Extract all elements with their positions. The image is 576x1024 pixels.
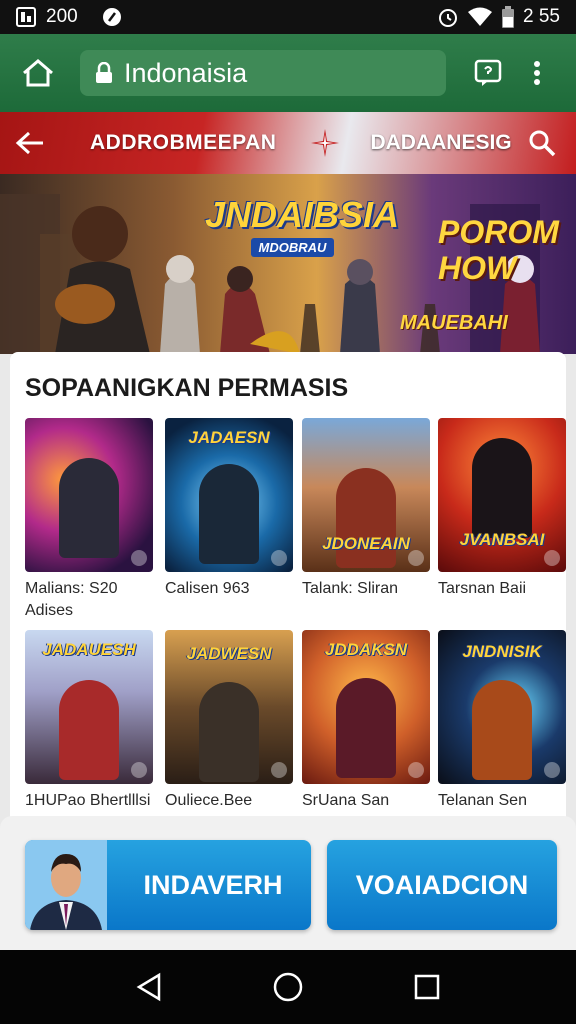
game-title: Calisen 963 (165, 580, 250, 597)
triangle-back-icon (136, 972, 161, 1002)
game-card[interactable]: JADWESN Ouliece.Bee (165, 630, 293, 812)
game-thumbnail: JNDNISIK (438, 630, 566, 784)
chat-icon (474, 59, 502, 86)
hero-promo-text: POROM HOW (438, 214, 559, 286)
game-thumbnail-logo: JADAUESH (42, 640, 136, 659)
game-thumbnail: JVANBSAI (438, 418, 566, 572)
hero-promo-line1: POROM (438, 214, 559, 250)
game-title: SrUana San (302, 792, 390, 809)
games-panel: SOPAANIGKAN PERMASIS Malians: S20 Adises… (10, 352, 566, 832)
nav-recents-button[interactable] (405, 965, 449, 1009)
game-thumbnail: JDONEAIN (302, 418, 430, 572)
game-title: Telanan Sen (438, 792, 527, 809)
indaverh-button[interactable]: INDAVERH (25, 840, 311, 930)
badge-icon (408, 550, 424, 566)
more-vert-icon (534, 61, 540, 85)
game-title: 1HUPao Bhertlllsi (25, 792, 151, 809)
nav-back-button[interactable] (127, 965, 171, 1009)
notification-icon (16, 7, 36, 27)
badge-icon (544, 550, 560, 566)
address-bar[interactable]: Indonaisia (80, 50, 446, 96)
game-card[interactable]: JDDAKSN SrUana San (302, 630, 430, 812)
game-thumbnail-logo: JADAESN (188, 428, 270, 447)
site-header: ADDROBMEEPAN DADAANESIG (0, 112, 576, 174)
hero-promo-caption: MAUEBAHI (400, 312, 508, 334)
game-thumbnail-logo: JVANBSAI (459, 530, 545, 549)
section-title: SOPAANIGKAN PERMASIS (25, 374, 349, 402)
status-bar: 200 2 55 (0, 0, 576, 34)
game-card[interactable]: JNDNISIK Telanan Sen (438, 630, 566, 812)
nav-home-button[interactable] (266, 965, 310, 1009)
site-title-left: ADDROBMEEPAN (90, 131, 277, 154)
game-thumbnail-logo: JDDAKSN (324, 640, 408, 659)
address-text: Indonaisia (124, 57, 248, 88)
game-thumbnail-logo: JNDNISIK (462, 642, 542, 661)
game-title: Ouliece.Bee (165, 792, 253, 809)
badge-icon (131, 762, 147, 778)
game-thumbnail: JADAUESH (25, 630, 153, 784)
status-time-left: 200 (46, 6, 78, 27)
voaiadcion-button-label: VOAIADCION (355, 869, 529, 900)
sparkle-icon (310, 128, 340, 158)
hero-banner[interactable]: JNDAIBSIA MDOBRAU POROM HOW MAUEBAHI (0, 174, 576, 354)
game-thumbnail: JDDAKSN (302, 630, 430, 784)
game-thumbnail-logo: JADWESN (186, 644, 272, 663)
badge-icon (544, 762, 560, 778)
badge-icon (131, 550, 147, 566)
game-card[interactable]: JDONEAIN Talank: Sliran (302, 418, 430, 600)
arrow-left-icon (15, 131, 43, 155)
browser-toolbar: Indonaisia (0, 34, 576, 112)
system-nav-bar (0, 950, 576, 1024)
square-recents-icon (414, 974, 439, 1000)
game-thumbnail (25, 418, 153, 572)
game-card[interactable]: JADAESN Calisen 963 (165, 418, 293, 600)
badge-icon (271, 550, 287, 566)
game-title: Tarsnan Baii (438, 580, 527, 597)
indaverh-button-label: INDAVERH (143, 869, 283, 900)
app-notification-icon (102, 7, 122, 27)
game-title: Malians: S20 Adises (25, 580, 118, 619)
battery-icon (501, 6, 515, 28)
game-card[interactable]: JVANBSAI Tarsnan Baii (438, 418, 566, 600)
alarm-icon (437, 6, 459, 28)
hero-logo: JNDAIBSIA MDOBRAU (205, 194, 400, 257)
badge-icon (271, 762, 287, 778)
game-thumbnail: JADWESN (165, 630, 293, 784)
cta-bar: INDAVERH VOAIADCION (0, 816, 576, 950)
home-button[interactable] (10, 45, 66, 101)
status-time-right: 2 55 (523, 6, 560, 27)
circle-home-icon (273, 972, 303, 1002)
badge-icon (408, 762, 424, 778)
tabs-button[interactable] (466, 51, 510, 95)
avatar (25, 840, 107, 930)
back-button[interactable] (0, 113, 60, 173)
wifi-icon (467, 7, 493, 27)
voaiadcion-button[interactable]: VOAIADCION (327, 840, 557, 930)
overflow-menu-button[interactable] (522, 51, 552, 95)
game-thumbnail: JADAESN (165, 418, 293, 572)
game-title: Talank: Sliran (302, 580, 399, 597)
game-card[interactable]: JADAUESH 1HUPao Bhertlllsi (25, 630, 153, 812)
hero-logo-title: JNDAIBSIA (205, 194, 400, 235)
search-button[interactable] (522, 123, 562, 163)
game-card[interactable]: Malians: S20 Adises (25, 418, 153, 622)
site-title-right: DADAANESIG (370, 131, 512, 154)
hero-promo-line2: HOW (438, 250, 517, 286)
lock-icon (94, 62, 114, 84)
hero-logo-subtitle: MDOBRAU (250, 238, 335, 257)
home-icon (23, 59, 53, 87)
search-icon (529, 130, 556, 157)
